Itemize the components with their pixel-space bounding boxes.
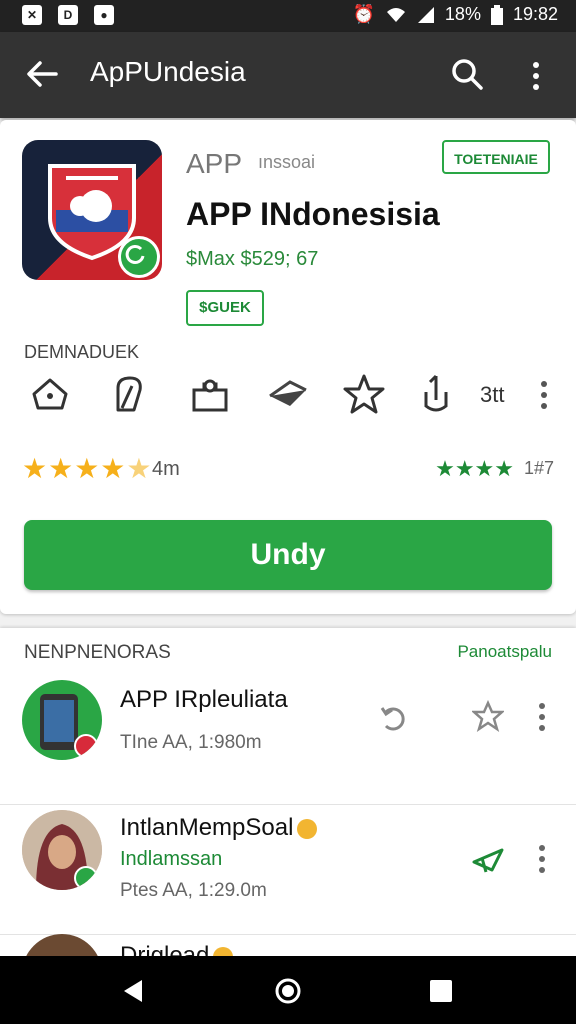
app-price: $Max $529; 67 (186, 248, 319, 270)
list-header: NENPNENORAS (24, 642, 171, 663)
install-button[interactable]: Undу (24, 520, 552, 590)
category-badge[interactable]: TOETENIAIE (442, 140, 550, 174)
app-bar-title: ApPUndesia (90, 56, 246, 87)
notification-icon: ● (94, 5, 114, 25)
more-vert-icon[interactable] (534, 378, 554, 412)
app-icon[interactable] (22, 140, 162, 280)
nav-back-icon[interactable] (120, 978, 146, 1004)
send-icon[interactable] (472, 844, 504, 876)
rating-value: 4m (152, 458, 180, 480)
home-icon[interactable] (28, 372, 72, 416)
phone-icon (40, 694, 98, 758)
verified-icon (297, 818, 318, 839)
app-detail-card: APP ınssoai TOETENIAIE APP INdonesisia $… (0, 120, 576, 614)
refresh-icon[interactable] (378, 702, 410, 734)
list-item[interactable]: IntlanMempSoal Indlamssan Ptes AA, 1:29.… (0, 804, 576, 935)
search-icon[interactable] (450, 57, 484, 91)
avatar (22, 810, 102, 890)
tag-icon[interactable] (108, 372, 152, 416)
more-vert-icon[interactable] (532, 842, 552, 876)
clock: 19:82 (512, 4, 558, 24)
section-label: DEMNADUEK (24, 342, 140, 362)
action-icons-row: 3tt (22, 372, 554, 422)
battery-icon (490, 4, 503, 25)
list-item-meta: TIne AA, 1:980m (120, 732, 262, 753)
signal-icon (417, 6, 434, 23)
star-rating: ★★★★★ (22, 453, 153, 484)
avatar (22, 680, 102, 760)
app-bar: ApPUndesia (0, 32, 576, 118)
list-item[interactable]: APP IRpleuliata TIne AA, 1:980m (0, 674, 576, 805)
list-item-meta: Ptes AA, 1:29.0m (120, 880, 267, 901)
nav-home-icon[interactable] (275, 978, 301, 1004)
nav-recents-icon[interactable] (428, 978, 454, 1004)
list-item[interactable]: Driglead (0, 934, 576, 956)
list-item-name: APP IRpleuliata (120, 686, 288, 713)
status-bar: ✕ D ● ⏰ 18% 19:82 (0, 0, 576, 32)
camera-icon[interactable] (188, 372, 232, 416)
more-vert-icon[interactable] (526, 59, 546, 93)
icon-count: 3tt (480, 382, 505, 407)
star-outline-icon[interactable] (472, 700, 504, 732)
developer-name[interactable]: APP (186, 148, 242, 180)
share-icon[interactable] (414, 372, 458, 416)
rating-row: ★★★★★ 4m ★★★★ 1#7 (22, 452, 554, 488)
person-avatar-icon (22, 810, 102, 890)
list-item-name: IntlanMempSoal (120, 814, 318, 842)
battery-percent: 18% (444, 4, 481, 24)
notification-icon: ✕ (22, 5, 42, 25)
more-vert-icon[interactable] (532, 700, 552, 734)
system-nav-bar (0, 956, 576, 1024)
check-badge-icon (118, 236, 160, 278)
wifi-icon (386, 7, 405, 22)
related-list-card: NENPNENORAS Panoatspalu APP IRpleuliata … (0, 628, 576, 956)
alarm-icon: ⏰ (352, 4, 375, 24)
avatar (22, 934, 102, 956)
developer-subtitle: ınssoai (258, 152, 316, 172)
price-badge[interactable]: $GUEK (186, 290, 264, 326)
verified-icon (213, 946, 234, 956)
back-arrow-icon[interactable] (24, 56, 60, 92)
app-title: APP INdonesisia (186, 196, 440, 232)
see-more-link[interactable]: Panoatspalu (457, 642, 552, 662)
list-item-name: Driglead (120, 942, 234, 956)
list-item-subtitle: Indlamssan (120, 848, 223, 870)
notification-icon: D (58, 5, 78, 25)
rating-count: 1#7 (523, 458, 554, 478)
star-rating-secondary: ★★★★ (435, 456, 514, 481)
send-icon[interactable] (266, 372, 310, 416)
star-outline-icon[interactable] (342, 372, 386, 416)
